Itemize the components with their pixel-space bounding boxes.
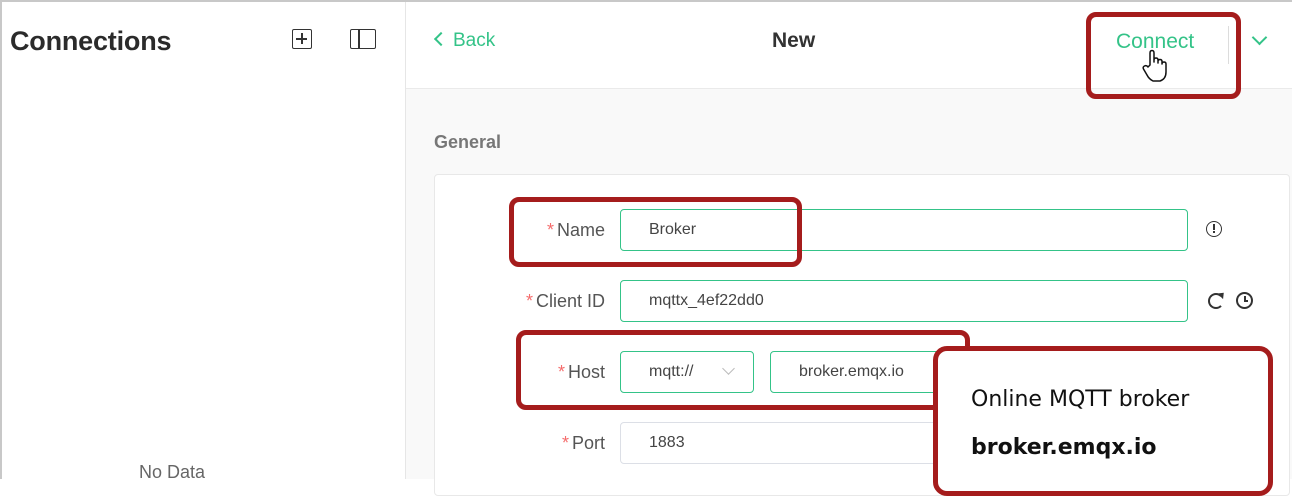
sidebar-title: Connections — [10, 26, 172, 56]
client-id-label: * Client ID — [525, 291, 605, 311]
required-asterisk: * — [561, 433, 569, 453]
annotation-callout: Online MQTT broker broker.emqx.io — [933, 346, 1273, 496]
connect-highlight-box — [1086, 12, 1241, 99]
info-icon[interactable] — [1206, 221, 1222, 237]
client-id-input[interactable]: mqttx_4ef22dd0 — [620, 280, 1188, 322]
clock-icon[interactable] — [1236, 292, 1253, 309]
callout-text: Online MQTT broker — [971, 387, 1190, 412]
name-highlight-box — [509, 197, 802, 267]
empty-state-text: No Data — [138, 462, 206, 482]
callout-broker-address: broker.emqx.io — [971, 435, 1157, 460]
add-icon[interactable] — [292, 29, 312, 49]
page-title: New — [772, 29, 816, 52]
connections-sidebar: Connections No Data — [2, 2, 406, 482]
port-label: * Port — [561, 433, 605, 453]
back-label: Back — [453, 30, 496, 51]
sidebar-toggle-icon[interactable] — [350, 29, 376, 49]
section-title-general: General — [434, 132, 502, 152]
required-asterisk: * — [525, 291, 533, 311]
refresh-icon[interactable] — [1208, 293, 1224, 309]
back-chevron-icon — [433, 31, 449, 47]
chevron-down-icon[interactable] — [1251, 29, 1268, 46]
back-button[interactable]: Back — [433, 30, 496, 52]
host-highlight-box — [516, 330, 970, 410]
